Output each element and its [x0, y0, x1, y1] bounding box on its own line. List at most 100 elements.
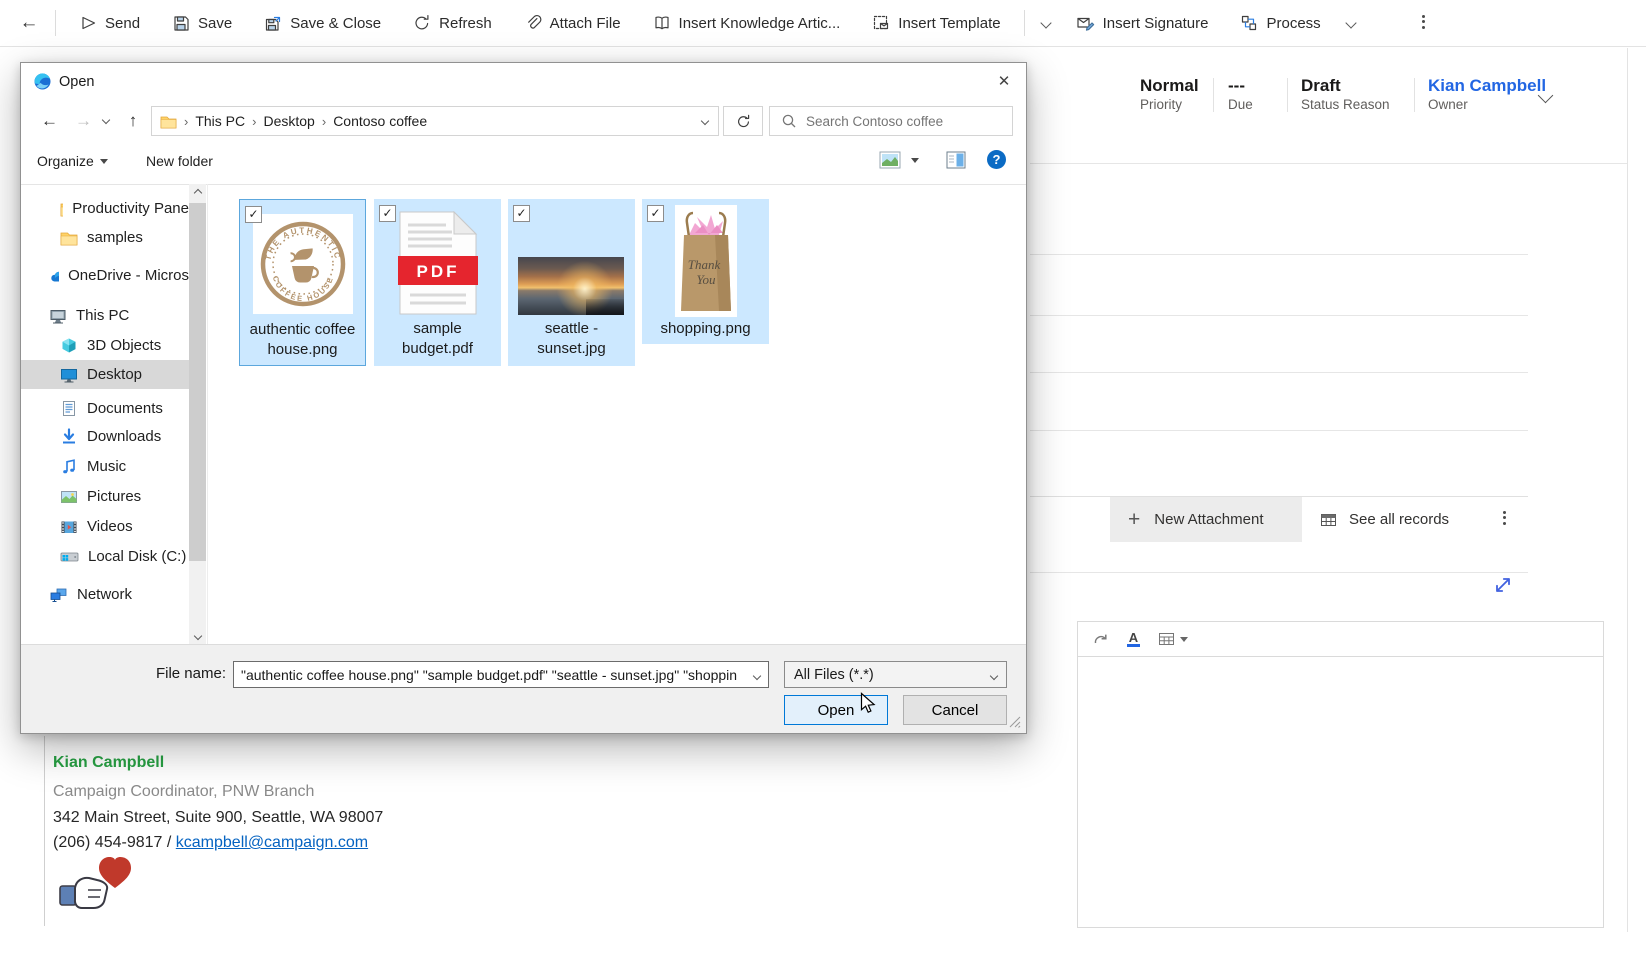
close-button[interactable]: ✕ — [988, 67, 1020, 95]
desktop-icon — [60, 367, 78, 383]
scroll-down-button[interactable] — [189, 627, 206, 644]
sidebar-item-videos[interactable]: Videos — [21, 512, 189, 541]
save-button[interactable]: Save — [156, 0, 248, 46]
cancel-button[interactable]: Cancel — [903, 695, 1007, 725]
book-icon — [653, 14, 671, 32]
help-icon[interactable]: ? — [987, 150, 1006, 169]
process-chevron[interactable] — [1337, 14, 1365, 32]
search-box[interactable] — [769, 106, 1013, 136]
sidebar-scrollbar[interactable] — [189, 184, 206, 644]
redo-icon[interactable] — [1092, 632, 1109, 647]
process-button[interactable]: Process — [1224, 0, 1336, 46]
address-bar[interactable]: › This PC › Desktop › Contoso coffee — [151, 106, 719, 136]
attach-file-button[interactable]: Attach File — [508, 0, 637, 46]
refresh-button[interactable]: Refresh — [397, 0, 508, 46]
nav-back-button[interactable]: ← — [35, 107, 63, 135]
sidebar-item-music[interactable]: Music — [21, 452, 189, 481]
toolbar-overflow-chevron[interactable] — [1032, 14, 1060, 32]
nav-forward-button[interactable]: → — [69, 107, 97, 135]
network-icon — [49, 587, 68, 603]
file-tile-authentic-coffee-house[interactable]: ✓ THE AUTHENTIC COFFEE HOUSE authentic c… — [239, 199, 366, 366]
view-options-chevron-icon[interactable] — [911, 158, 919, 163]
resize-grip[interactable] — [1008, 715, 1022, 729]
sunset-photo-thumbnail — [518, 257, 624, 315]
due-value: --- — [1228, 76, 1253, 96]
sidebar-item-downloads[interactable]: Downloads — [21, 422, 189, 451]
file-type-value: All Files (*.*) — [785, 667, 982, 683]
sidebar-item-desktop[interactable]: Desktop — [21, 360, 189, 389]
file-checkbox[interactable]: ✓ — [245, 206, 262, 223]
divider — [55, 10, 56, 36]
address-dropdown-chevron-icon[interactable] — [701, 117, 709, 125]
thumbnail-view-icon[interactable] — [879, 151, 901, 169]
sidebar-item-3d-objects[interactable]: 3D Objects — [21, 331, 189, 360]
file-checkbox[interactable]: ✓ — [647, 205, 664, 222]
file-checkbox[interactable]: ✓ — [379, 205, 396, 222]
scroll-up-button[interactable] — [189, 184, 206, 201]
scrollbar-thumb[interactable] — [189, 203, 206, 561]
send-button[interactable]: Send — [63, 0, 156, 46]
check-icon: ✓ — [382, 206, 392, 220]
pdf-thumbnail: PDF — [398, 211, 478, 315]
see-all-records-button[interactable]: See all records — [1308, 497, 1478, 542]
file-checkbox[interactable]: ✓ — [513, 205, 530, 222]
table-icon — [1320, 512, 1337, 528]
due-field: --- Due — [1228, 76, 1253, 113]
edge-logo-icon — [34, 73, 51, 90]
chevron-down-icon — [193, 631, 201, 639]
sidebar-item-samples[interactable]: samples — [21, 223, 189, 252]
sidebar-item-onedrive[interactable]: OneDrive - Micros — [21, 261, 189, 290]
breadcrumb-this-pc[interactable]: This PC — [195, 113, 245, 129]
breadcrumb-desktop[interactable]: Desktop — [263, 113, 314, 129]
file-name-combobox[interactable] — [233, 661, 769, 688]
pictures-icon — [60, 489, 78, 505]
address-refresh-button[interactable] — [723, 106, 763, 136]
save-icon — [172, 14, 190, 32]
folder-icon — [60, 201, 63, 217]
insert-template-button[interactable]: Insert Template — [856, 0, 1016, 46]
expand-editor-icon[interactable] — [1492, 574, 1514, 596]
new-folder-button[interactable]: New folder — [146, 153, 213, 169]
chevron-down-icon — [1180, 637, 1188, 642]
highlight-color-icon[interactable]: A — [1127, 632, 1140, 647]
search-input[interactable] — [804, 113, 998, 130]
email-body-region[interactable]: A — [1077, 621, 1604, 928]
file-name-input[interactable] — [234, 667, 746, 683]
file-type-select[interactable]: All Files (*.*) — [784, 661, 1007, 688]
file-tile-seattle-sunset[interactable]: ✓ seattle -sunset.jpg — [508, 199, 635, 366]
signature-email-link[interactable]: kcampbell@campaign.com — [176, 834, 368, 851]
save-and-close-button[interactable]: Save & Close — [248, 0, 397, 46]
file-tile-sample-budget-pdf[interactable]: ✓ PDF samplebudget.pdf — [374, 199, 501, 366]
check-icon: ✓ — [516, 206, 526, 220]
more-commands-icon[interactable] — [1417, 12, 1429, 31]
sidebar-item-network[interactable]: Network — [21, 580, 189, 609]
organize-menu[interactable]: Organize — [37, 153, 108, 169]
file-tile-shopping[interactable]: ✓ Thank You shopping.png — [642, 199, 769, 344]
file-label: shopping.png — [642, 319, 769, 339]
insert-signature-button[interactable]: Insert Signature — [1060, 0, 1225, 46]
forward-icon: → — [75, 111, 92, 130]
insert-knowledge-article-button[interactable]: Insert Knowledge Artic... — [637, 0, 857, 46]
sidebar-item-local-disk-c[interactable]: Local Disk (C:) — [21, 542, 189, 571]
new-attachment-button[interactable]: + New Attachment — [1110, 497, 1302, 542]
back-button[interactable]: ← — [10, 0, 48, 46]
preview-pane-icon[interactable] — [946, 151, 966, 169]
recent-locations-chevron-icon[interactable] — [102, 116, 110, 124]
nav-up-button[interactable]: ↑ — [119, 107, 147, 135]
sidebar-item-documents[interactable]: Documents — [21, 394, 189, 423]
attachments-more-icon[interactable] — [1498, 508, 1510, 527]
file-label: samplebudget.pdf — [374, 319, 501, 359]
crumb-separator: › — [315, 114, 333, 129]
owner-value-link[interactable]: Kian Campbell — [1428, 76, 1546, 96]
sidebar-item-productivity-pane[interactable]: Productivity Pane — [21, 194, 189, 223]
dialog-titlebar[interactable]: Open ✕ — [21, 63, 1026, 101]
sidebar-item-pictures[interactable]: Pictures — [21, 482, 189, 511]
file-name-label: File name: — [81, 665, 226, 682]
signature-address: 342 Main Street, Suite 900, Seattle, WA … — [53, 808, 383, 828]
breadcrumb-contoso-coffee[interactable]: Contoso coffee — [333, 113, 427, 129]
sidebar-item-this-pc[interactable]: This PC — [21, 301, 189, 330]
insert-table-button[interactable] — [1158, 631, 1188, 647]
file-name-dropdown[interactable] — [746, 666, 768, 684]
divider — [1030, 372, 1528, 373]
music-icon — [60, 458, 78, 475]
